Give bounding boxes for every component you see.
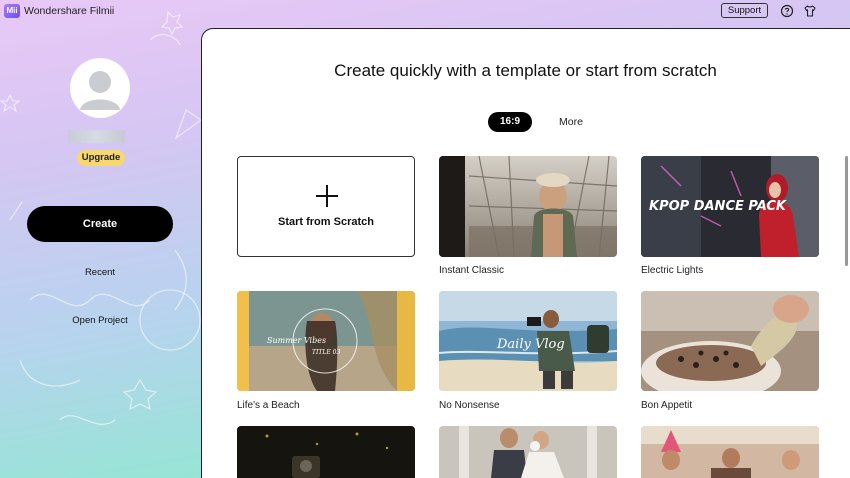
template-thumbnail-lifes-a-beach[interactable]: Summer Vibes TITLE 03 [237,291,415,391]
support-button[interactable]: Support [721,3,768,18]
shirt-theme-icon[interactable] [803,4,817,18]
dark-scene-image [237,426,415,478]
start-from-scratch-card[interactable]: Start from Scratch [237,156,415,257]
lifes-a-beach-overlay-subtext: TITLE 03 [312,349,340,356]
template-label: Electric Lights [641,265,704,276]
no-nonsense-image: Daily Vlog [439,291,617,391]
scrollbar[interactable] [845,156,848,266]
page-title: Create quickly with a template or start … [334,61,717,80]
template-thumbnail-instant-classic[interactable] [439,156,617,257]
template-thumbnail-no-nonsense[interactable]: Daily Vlog [439,291,617,391]
party-image [641,426,819,478]
template-label: No Nonsense [439,400,500,411]
template-thumbnail-bon-appetit[interactable] [641,291,819,391]
avatar[interactable] [70,58,130,118]
template-thumbnail-dark-scene[interactable] [237,426,415,478]
lifes-a-beach-overlay-text: Summer Vibes [267,336,326,345]
template-label: Instant Classic [439,265,505,276]
lifes-a-beach-image: Summer Vibes TITLE 03 [237,291,415,391]
bon-appetit-image [641,291,819,391]
template-thumbnail-electric-lights[interactable]: KPOP DANCE PACK [641,156,819,257]
template-thumbnail-wedding[interactable] [439,426,617,478]
user-icon [80,71,120,110]
template-label: Life's a Beach [237,400,300,411]
wedding-image [439,426,617,478]
title-bar: Mii Wondershare Filmii Support [0,0,850,24]
recent-link[interactable]: Recent [70,267,130,278]
app-name: Wondershare Filmii [24,5,115,17]
help-icon[interactable] [780,4,794,18]
template-label: Bon Appetit [641,400,693,411]
tab-16-9[interactable]: 16:9 [488,112,532,132]
create-button[interactable]: Create [27,206,173,242]
app-logo-icon: Mii [4,4,20,18]
instant-classic-image [439,156,617,257]
tab-more[interactable]: More [559,116,583,128]
no-nonsense-overlay-text: Daily Vlog [496,337,565,352]
plus-icon [316,185,338,207]
template-thumbnail-party[interactable] [641,426,819,478]
electric-lights-overlay-text: KPOP DANCE PACK [649,199,787,214]
upgrade-badge[interactable]: Upgrade [77,150,125,166]
start-from-scratch-label: Start from Scratch [278,216,374,228]
open-project-link[interactable]: Open Project [60,315,140,326]
electric-lights-image: KPOP DANCE PACK [641,156,819,257]
username-redacted [68,130,125,143]
